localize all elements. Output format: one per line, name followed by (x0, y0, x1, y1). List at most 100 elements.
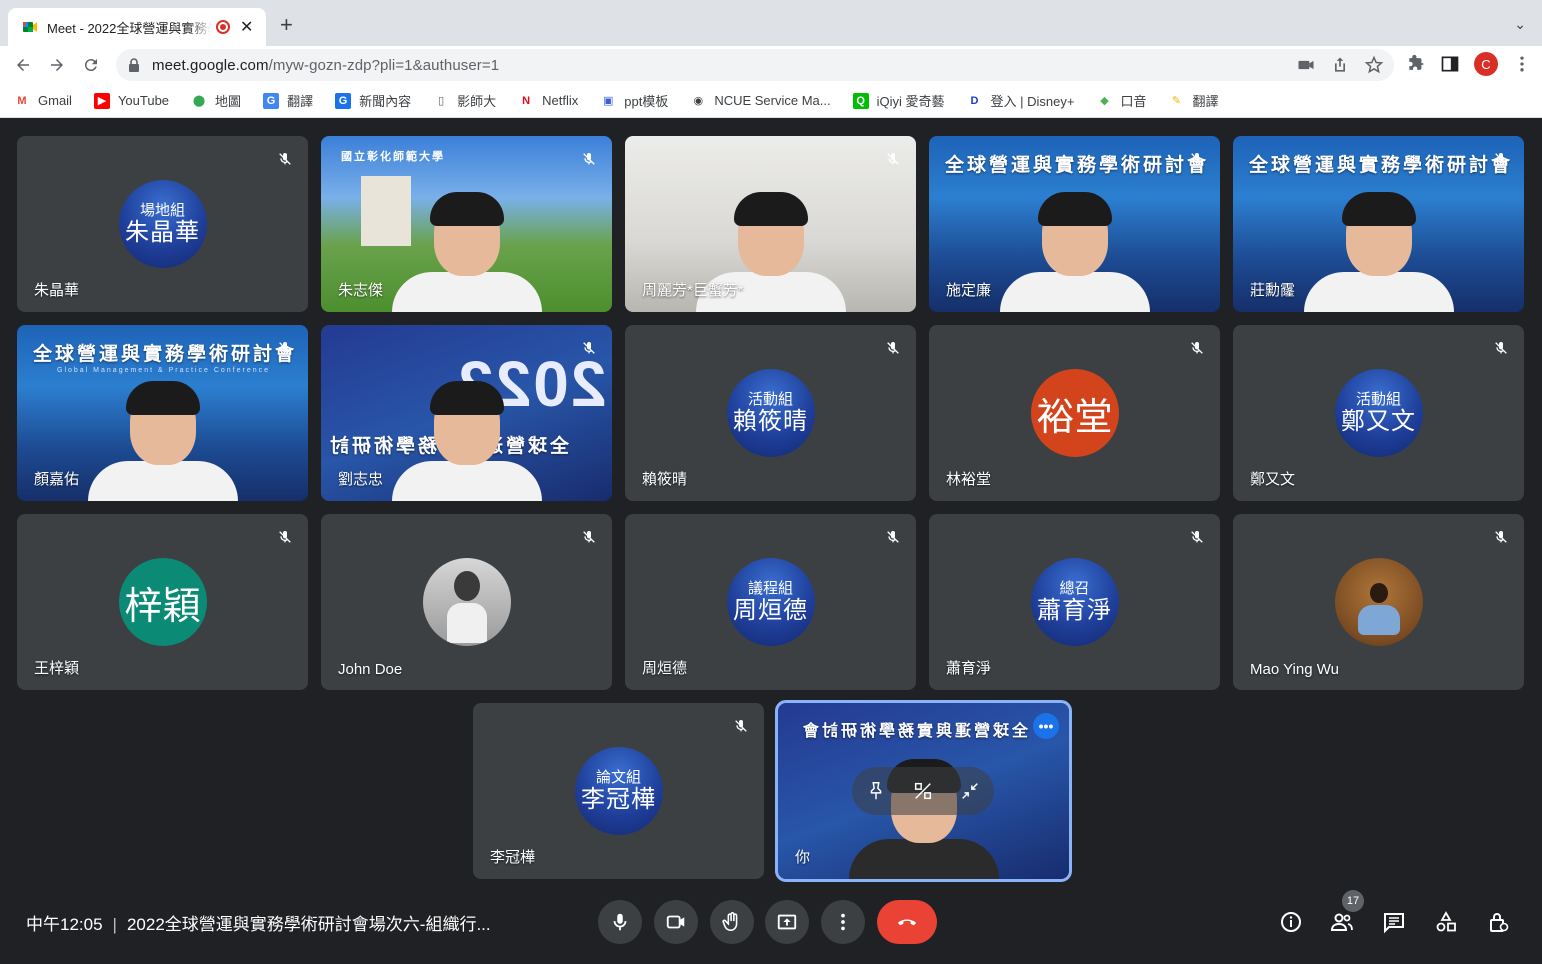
profile-avatar[interactable]: C (1474, 52, 1498, 76)
participant-tile[interactable]: 場地組 朱晶華 朱晶華 (17, 136, 308, 312)
participant-tile[interactable]: 全球營運與實務學術研討會莊勳霳 (1233, 136, 1524, 312)
present-screen-button[interactable] (765, 900, 809, 944)
host-lock-icon (1490, 913, 1509, 932)
chat-button[interactable] (1380, 908, 1408, 936)
participant-tile[interactable]: John Doe (321, 514, 612, 690)
bookmark-label: 登入 | Disney+ (990, 94, 1075, 109)
meeting-title[interactable]: 2022全球營運與實務學術研討會場次六-組織行... (127, 915, 491, 934)
minimize-icon[interactable] (959, 780, 981, 802)
doc-icon: ✎ (1171, 95, 1182, 107)
participant-tile[interactable]: 議程組 周烜德 周烜德 (625, 514, 916, 690)
participant-name: 李冠樺 (490, 849, 536, 866)
bookmark-star-icon[interactable] (1364, 55, 1384, 75)
reload-icon[interactable] (74, 50, 108, 80)
recording-icon (216, 20, 230, 34)
participant-tile[interactable]: 總召 蕭育淨 蕭育淨 (929, 514, 1220, 690)
participant-tile[interactable]: 全球營運與實務學術研討2022劉志忠 (321, 325, 612, 501)
participant-tile[interactable]: 論文組 李冠樺李冠樺 (473, 703, 764, 879)
people-button[interactable] (1328, 908, 1356, 936)
camera-in-use-icon[interactable] (1296, 55, 1316, 75)
camera-button[interactable] (654, 900, 698, 944)
background-banner-text: 全球營運與實務學術研討會 (945, 155, 1210, 176)
bookmark-item[interactable]: ◆ 口音 (1096, 91, 1146, 110)
avatar: 論文組 李冠樺 (574, 747, 663, 835)
tab-search-chevron-icon[interactable]: ⌄ (1514, 16, 1526, 33)
bookmark-item[interactable]: M Gmail (14, 93, 72, 109)
bookmark-label: Netflix (542, 93, 579, 108)
participant-video-figure (999, 192, 1150, 312)
lock-icon[interactable] (128, 58, 140, 72)
mic-off-icon (578, 337, 600, 359)
bookmark-item[interactable]: QiQiyi 愛奇藝 (852, 91, 945, 110)
host-controls-button[interactable] (1484, 908, 1512, 936)
mic-off-icon (274, 526, 296, 548)
participant-tile[interactable]: 梓穎 王梓穎 (17, 514, 308, 690)
meeting-time: 中午12:05 (26, 915, 103, 934)
background-banner-text: 全球營運與實務學術研討會 (1249, 155, 1514, 176)
bookmark-item[interactable]: G 新聞內容 (335, 91, 411, 110)
participant-tile[interactable]: 活動組 賴筱晴 賴筱晴 (625, 325, 916, 501)
background-effects-off-icon[interactable] (912, 780, 934, 802)
bookmark-item[interactable]: G 翻譯 (263, 91, 313, 110)
browser-toolbar: meet.google.com/myw-gozn-zdp?pli=1&authu… (0, 46, 1542, 84)
leave-call-button[interactable] (877, 900, 937, 944)
bookmark-label: 地圖 (215, 94, 242, 109)
url-host: meet.google.com (152, 56, 269, 74)
meet-favicon-icon (23, 22, 37, 32)
participant-count-badge: 17 (1342, 890, 1364, 912)
bookmark-label: YouTube (117, 93, 170, 108)
back-icon[interactable] (6, 50, 40, 80)
forward-icon[interactable] (40, 50, 74, 80)
bookmark-item[interactable]: N Netflix (518, 93, 578, 109)
meeting-details-button[interactable] (1277, 908, 1305, 936)
background-banner-subtext: Global Management & Practice Conference (57, 367, 271, 374)
url-path: /myw-gozn-zdp?pli=1&authuser=1 (268, 56, 500, 74)
side-panel-icon[interactable] (1440, 54, 1460, 74)
mic-off-icon (1490, 526, 1512, 548)
meeting-grid: 場地組 朱晶華 朱晶華 國立彰化師範大學 朱志傑 周麗芳*巨蟹芳* 全球營運與實務學術研討會… (0, 119, 1542, 964)
self-video-tile[interactable]: 全球營運與實務學術研討會 ••• 你 (775, 700, 1072, 882)
bookmark-item[interactable]: D 登入 | Disney+ (967, 91, 1075, 110)
avatar: 議程組 周烜德 (726, 558, 815, 646)
tab-strip: Meet - 2022全球營運與實務學術研討會 ✕ + ⌄ (0, 0, 1542, 46)
avatar-name-label: 賴筱晴 (733, 407, 808, 435)
participant-tile[interactable]: 國立彰化師範大學 朱志傑 (321, 136, 612, 312)
participant-tile[interactable]: Mao Ying Wu (1233, 514, 1524, 690)
microphone-button[interactable] (598, 900, 642, 944)
extensions-icon[interactable] (1406, 54, 1426, 74)
share-icon[interactable] (1330, 55, 1350, 75)
self-tile-more-icon[interactable]: ••• (1033, 713, 1059, 739)
bookmark-item[interactable]: ⬤ 地圖 (191, 91, 241, 110)
chat-icon (1384, 913, 1404, 934)
raise-hand-button[interactable] (710, 900, 754, 944)
pin-icon[interactable] (865, 780, 887, 802)
tab-close-icon[interactable]: ✕ (240, 17, 253, 37)
browser-menu-icon[interactable] (1512, 54, 1532, 74)
activities-button[interactable] (1432, 908, 1460, 936)
iqiyi-icon: Q (852, 92, 869, 109)
bookmark-item[interactable]: ▶ YouTube (93, 92, 170, 109)
new-tab-icon[interactable]: + (280, 14, 293, 36)
bookmark-item[interactable]: ▯ 影師大 (433, 91, 496, 110)
participant-name: John Doe (338, 661, 403, 678)
mic-off-icon (274, 337, 296, 359)
puzzle-icon: ◆ (1100, 95, 1109, 107)
participant-tile[interactable]: 周麗芳*巨蟹芳* (625, 136, 916, 312)
bookmark-item[interactable]: ✎ 翻譯 (1168, 91, 1219, 110)
bookmark-label: 新聞內容 (359, 94, 412, 109)
avatar: 總召 蕭育淨 (1030, 558, 1119, 646)
address-bar[interactable]: meet.google.com/myw-gozn-zdp?pli=1&authu… (116, 49, 1394, 81)
avatar-team-label: 論文組 (595, 768, 641, 786)
participant-name: 莊勳霳 (1250, 282, 1296, 299)
browser-tab-meet[interactable]: Meet - 2022全球營運與實務學術研討會 ✕ (8, 8, 266, 46)
more-options-button[interactable] (821, 900, 865, 944)
bookmark-label: NCUE Service Ma... (714, 93, 831, 108)
info-icon (1281, 912, 1301, 932)
participant-tile[interactable]: 全球營運與實務學術研討會 Global Management & Practice… (17, 325, 308, 501)
participant-tile[interactable]: 活動組 鄭又文 鄭又文 (1233, 325, 1524, 501)
participant-tile[interactable]: 全球營運與實務學術研討會 施定廉 (929, 136, 1220, 312)
bookmark-item[interactable]: ◉ NCUE Service Ma... (690, 93, 831, 109)
participant-tile[interactable]: 裕堂 林裕堂 (929, 325, 1220, 501)
translate-icon: G (263, 92, 280, 109)
bookmark-item[interactable]: ▣ ppt模板 (600, 91, 668, 110)
